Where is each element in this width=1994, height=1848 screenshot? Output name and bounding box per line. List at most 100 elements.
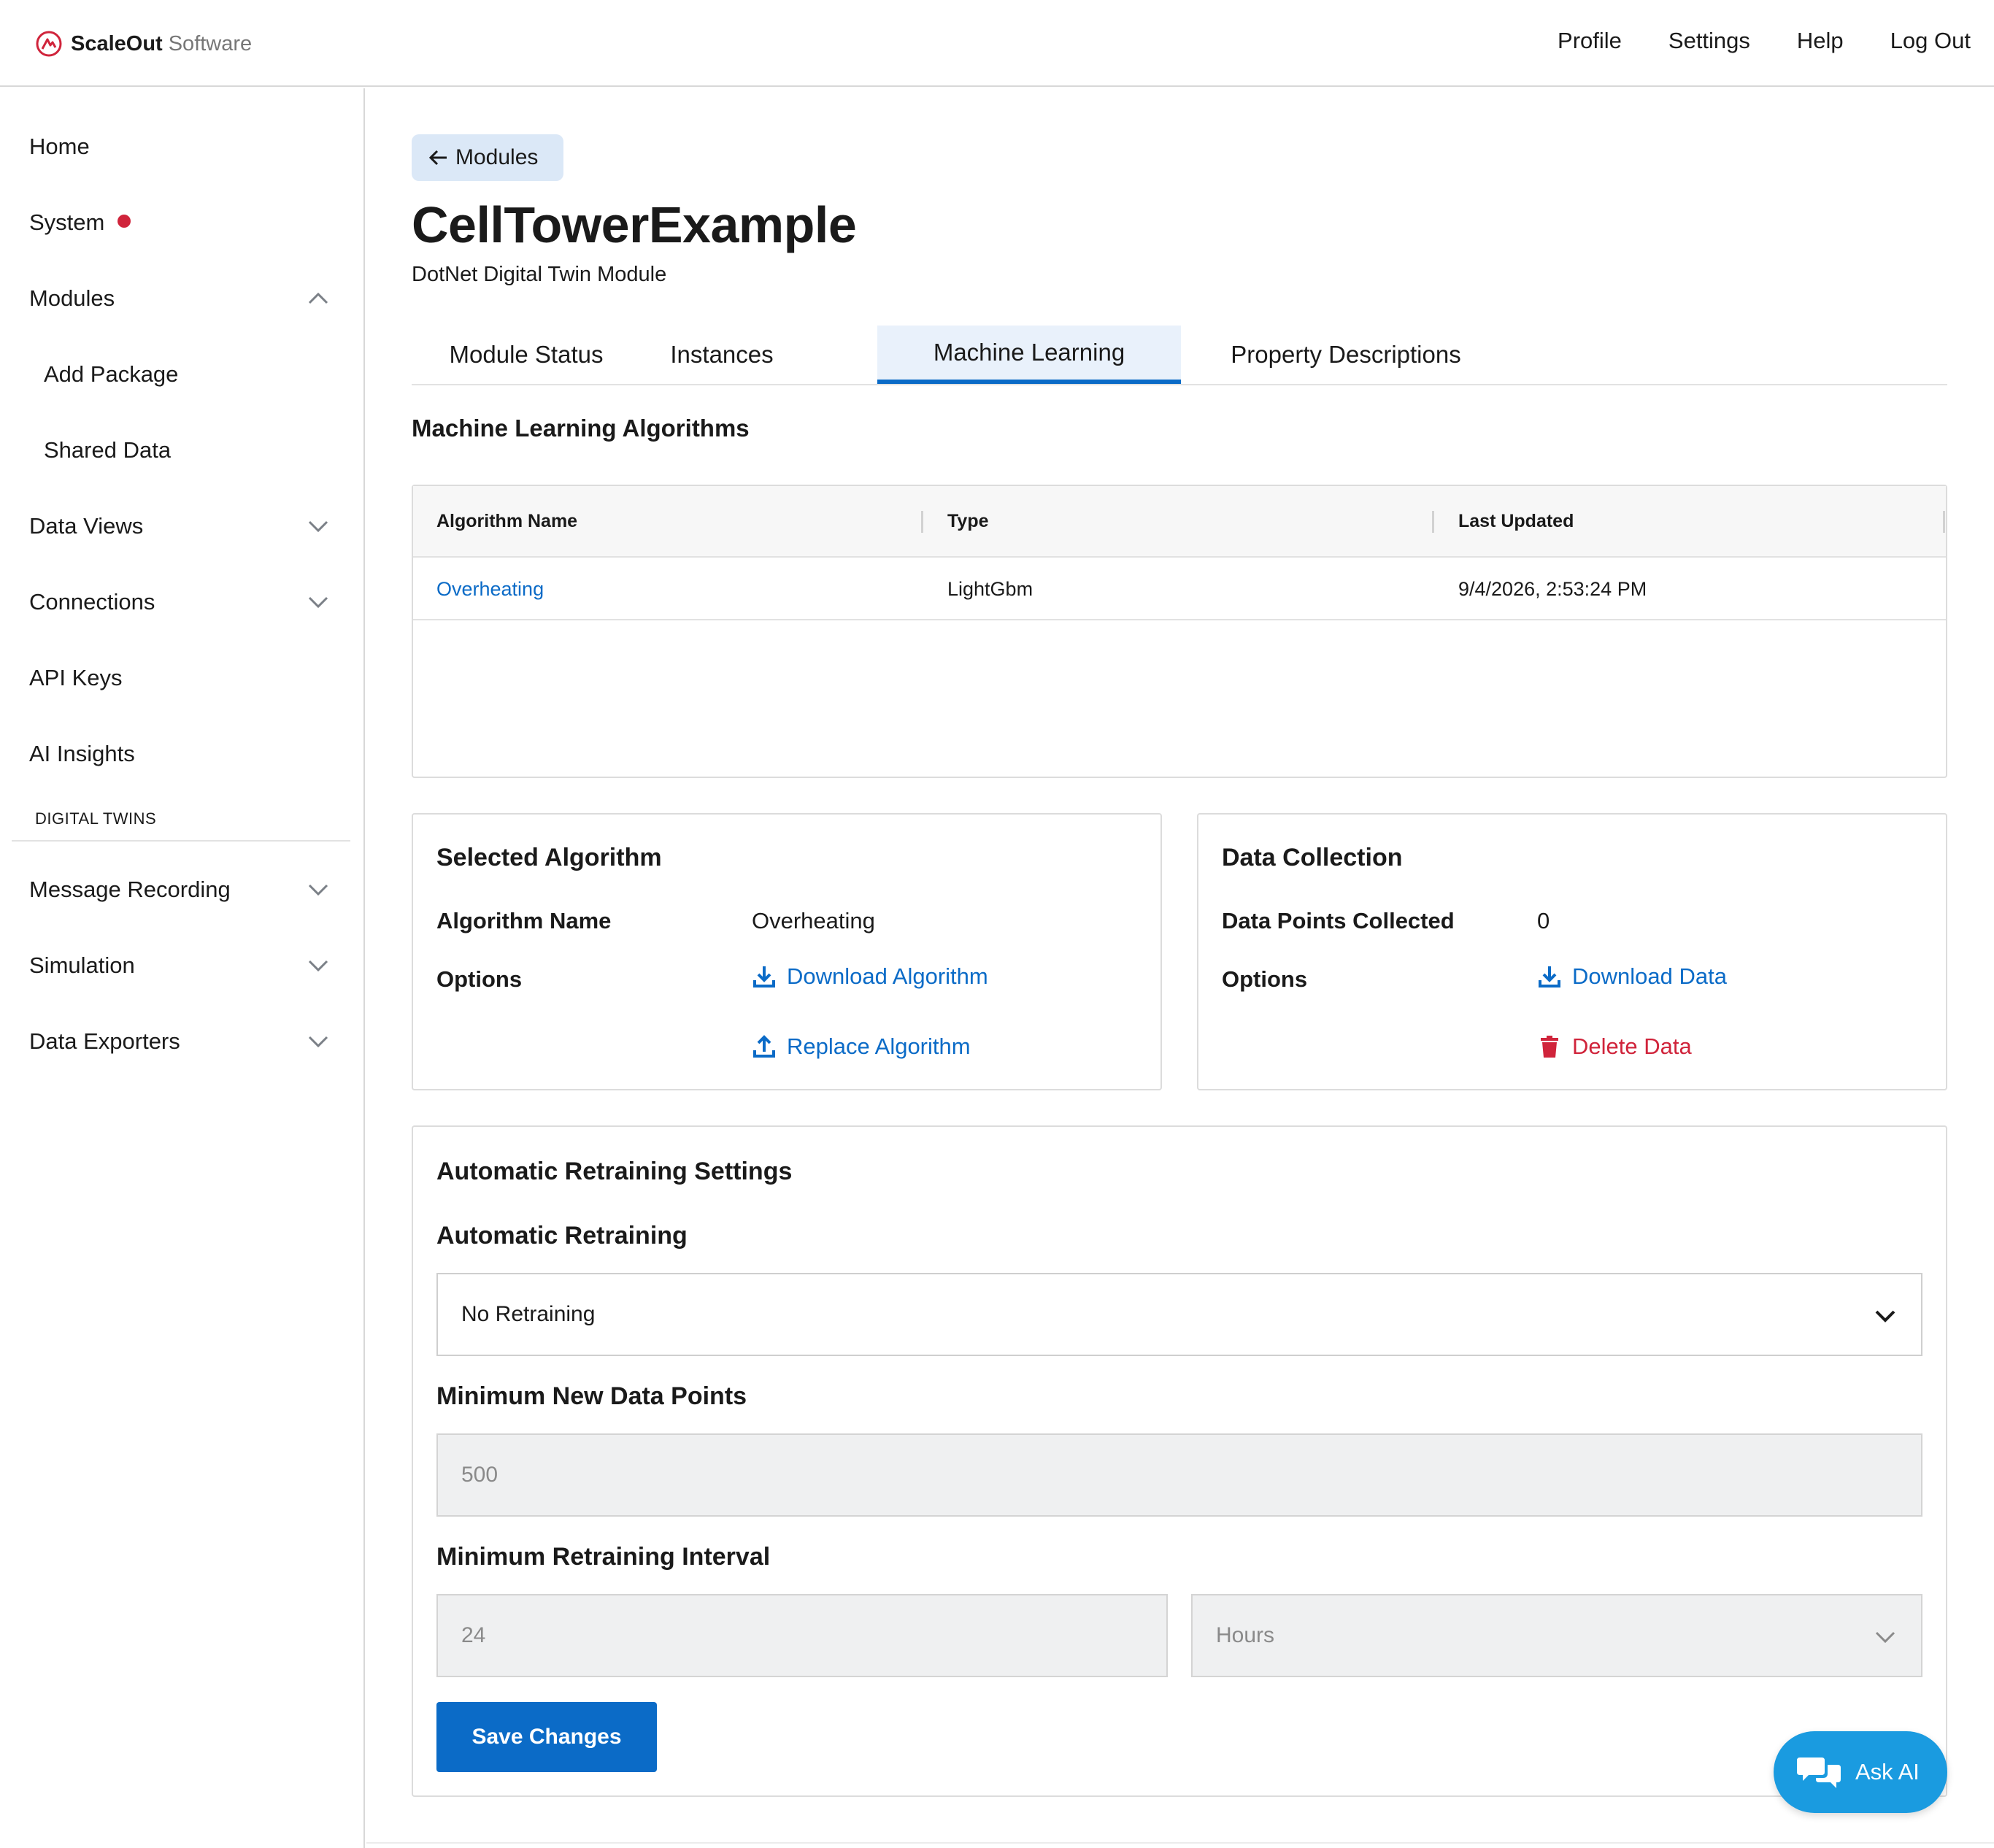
column-resize-handle[interactable] [1432,511,1434,533]
select-value: Hours [1216,1623,1275,1647]
options-label: Options [436,966,523,992]
data-collection-card: Data Collection Data Points Collected 0 … [1197,813,1947,1090]
min-new-data-points-label: Minimum New Data Points [436,1382,747,1410]
algorithm-type-cell: LightGbm [947,578,1033,600]
download-data-link[interactable]: Download Data [1537,963,1727,990]
module-tabs: Module Status Instances Machine Learning… [412,326,1947,385]
settings-link[interactable]: Settings [1668,28,1750,54]
selected-algorithm-card: Selected Algorithm Algorithm Name Overhe… [412,813,1162,1090]
ml-section-title: Machine Learning Algorithms [412,415,750,442]
brand[interactable]: ScaleOut Software [34,26,252,61]
sidebar-item-data-exporters[interactable]: Data Exporters [29,1018,336,1065]
download-data-label: Download Data [1572,963,1727,989]
input-value: 24 [461,1623,486,1647]
ask-ai-button[interactable]: Ask AI [1774,1731,1947,1813]
sidebar: Home System Modules Add Package Shared D… [0,88,365,1848]
tab-property-descriptions[interactable]: Property Descriptions [1215,326,1477,384]
column-resize-handle[interactable] [921,511,923,533]
min-new-data-points-input[interactable]: 500 [436,1433,1922,1517]
chevron-down-icon [308,960,328,972]
delete-data-link[interactable]: Delete Data [1537,1033,1692,1060]
download-algorithm-label: Download Algorithm [787,963,988,989]
column-header-algorithm-name[interactable]: Algorithm Name [436,511,577,532]
automatic-retraining-label: Automatic Retraining [436,1222,688,1250]
tab-instances[interactable]: Instances [653,326,791,384]
sidebar-item-modules[interactable]: Modules [29,275,336,322]
sidebar-divider [12,840,350,842]
sidebar-item-ai-insights[interactable]: AI Insights [29,731,336,777]
sidebar-item-label: Data Views [29,513,144,539]
sidebar-item-label: Simulation [29,952,135,978]
back-button-label: Modules [455,145,539,169]
tab-label: Module Status [449,341,604,368]
retraining-interval-input[interactable]: 24 [436,1594,1168,1677]
tab-label: Machine Learning [933,339,1125,366]
column-resize-handle[interactable] [1943,511,1945,533]
chat-bubbles-icon [1797,1757,1841,1788]
sidebar-item-home[interactable]: Home [29,123,336,170]
chevron-down-icon [308,1036,328,1048]
data-points-value: 0 [1537,908,1550,933]
sidebar-item-label: AI Insights [29,741,135,766]
download-icon [1539,966,1560,987]
sidebar-item-system[interactable]: System [29,199,336,246]
sidebar-item-api-keys[interactable]: API Keys [29,655,336,701]
retraining-interval-unit-select[interactable]: Hours [1191,1594,1922,1677]
chevron-down-icon [308,520,328,533]
scaleout-logo-icon [36,31,62,57]
logout-link[interactable]: Log Out [1890,28,1971,54]
select-value: No Retraining [461,1302,596,1326]
sidebar-item-label: Message Recording [29,877,231,902]
page-title: CellTowerExample [412,196,857,253]
algorithm-name-label: Algorithm Name [436,908,612,933]
algorithms-table: Algorithm Name Type Last Updated Overhea… [412,485,1947,778]
help-link[interactable]: Help [1797,28,1844,54]
table-row[interactable]: Overheating LightGbm 9/4/2026, 2:53:24 P… [413,558,1946,620]
options-label: Options [1222,966,1308,992]
download-icon [753,966,775,987]
sidebar-item-connections[interactable]: Connections [29,579,336,625]
brand-name: ScaleOut [71,31,163,55]
column-header-last-updated[interactable]: Last Updated [1458,511,1574,532]
sidebar-item-label: Add Package [44,361,179,387]
chevron-down-icon [1875,1631,1895,1644]
card-title: Automatic Retraining Settings [436,1158,793,1185]
algorithm-name-link[interactable]: Overheating [436,578,544,601]
sidebar-item-data-views[interactable]: Data Views [29,503,336,550]
profile-link[interactable]: Profile [1558,28,1622,54]
column-header-type[interactable]: Type [947,511,989,532]
tab-machine-learning[interactable]: Machine Learning [877,326,1181,384]
save-button-label: Save Changes [471,1725,622,1749]
automatic-retraining-select[interactable]: No Retraining [436,1273,1922,1356]
sidebar-item-label: Home [29,134,90,159]
sidebar-item-label: Connections [29,589,155,615]
sidebar-item-add-package[interactable]: Add Package [44,351,350,398]
back-to-modules-button[interactable]: Modules [412,134,563,181]
sidebar-section-digital-twins: DIGITAL TWINS [35,809,157,828]
ask-ai-label: Ask AI [1855,1759,1920,1785]
replace-algorithm-link[interactable]: Replace Algorithm [752,1033,971,1060]
download-algorithm-link[interactable]: Download Algorithm [752,963,988,990]
tab-module-status[interactable]: Module Status [435,326,617,384]
brand-subtitle: Software [168,31,253,55]
sidebar-item-label: Modules [29,285,115,311]
arrow-left-icon [428,150,447,166]
chevron-down-icon [1875,1310,1895,1323]
replace-algorithm-label: Replace Algorithm [787,1033,971,1059]
system-alert-dot [118,215,131,228]
sidebar-item-shared-data[interactable]: Shared Data [44,427,350,474]
sidebar-item-message-recording[interactable]: Message Recording [29,866,336,913]
sidebar-item-label: API Keys [29,665,123,690]
tab-label: Property Descriptions [1231,341,1461,368]
table-header: Algorithm Name Type Last Updated [413,486,1946,558]
card-title: Selected Algorithm [436,844,662,871]
upload-icon [753,1035,775,1058]
last-updated-cell: 9/4/2026, 2:53:24 PM [1458,578,1647,600]
delete-data-label: Delete Data [1572,1033,1692,1059]
save-changes-button[interactable]: Save Changes [436,1702,657,1772]
tab-label: Instances [670,341,774,368]
sidebar-item-label: Shared Data [44,437,172,463]
data-points-label: Data Points Collected [1222,908,1455,933]
sidebar-item-simulation[interactable]: Simulation [29,942,336,989]
input-value: 500 [461,1463,498,1487]
